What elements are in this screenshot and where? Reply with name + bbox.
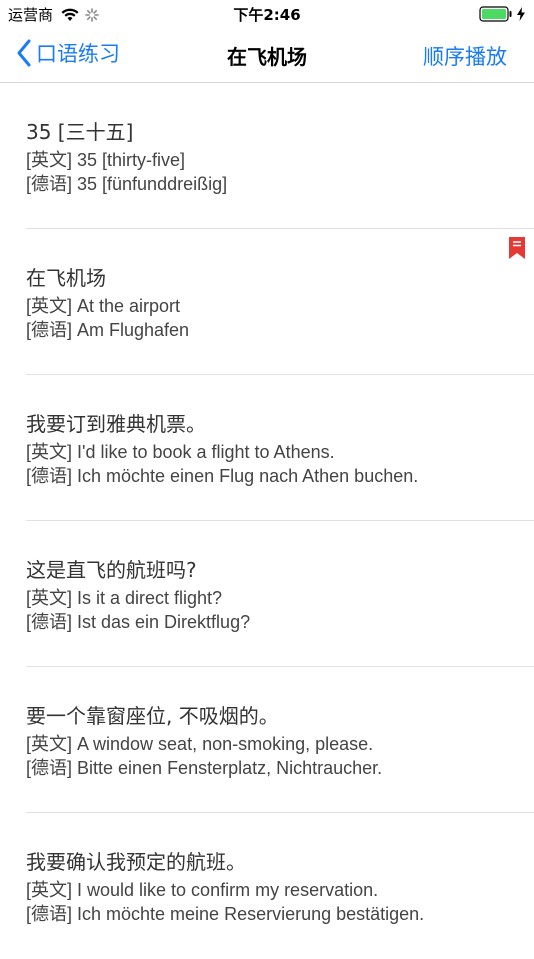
phrase-english: [英文] I would like to confirm my reservat… xyxy=(26,880,379,900)
navigation-bar: 口语练习 在飞机场 顺序播放 xyxy=(0,28,534,83)
phrase-german: [德语] Ich möchte meine Reservierung bestä… xyxy=(26,904,425,924)
phrase-english: [英文] I'd like to book a flight to Athens… xyxy=(26,442,335,462)
status-right xyxy=(479,6,526,22)
phrase-item[interactable]: 我要确认我预定的航班。 [英文] I would like to confirm… xyxy=(26,813,534,959)
phrase-item[interactable]: 在飞机场 [英文] At the airport [德语] Am Flughaf… xyxy=(26,229,534,375)
status-time: 下午2:46 xyxy=(233,6,301,24)
phrase-german: [德语] Ich möchte einen Flug nach Athen bu… xyxy=(26,466,419,486)
phrase-german: [德语] Am Flughafen xyxy=(26,320,190,340)
phrase-chinese: 在飞机场 xyxy=(26,266,106,290)
status-bar: 运营商 下午2:46 xyxy=(0,0,534,28)
phrase-chinese: 我要确认我预定的航班。 xyxy=(26,850,246,874)
phrase-english: [英文] Is it a direct flight? xyxy=(26,588,223,608)
battery-icon xyxy=(479,6,513,22)
charging-icon xyxy=(516,7,526,21)
phrase-item[interactable]: 我要订到雅典机票。 [英文] I'd like to book a flight… xyxy=(26,375,534,521)
phrase-chinese: 我要订到雅典机票。 xyxy=(26,412,206,436)
phrase-english: [英文] 35 [thirty-five] xyxy=(26,150,186,170)
phrase-german: [德语] Bitte einen Fensterplatz, Nichtrauc… xyxy=(26,758,383,778)
phrase-german: [德语] Ist das ein Direktflug? xyxy=(26,612,251,632)
bookmark-icon[interactable] xyxy=(508,236,526,260)
phrase-item[interactable]: 要一个靠窗座位, 不吸烟的。 [英文] A window seat, non-s… xyxy=(26,667,534,813)
phrase-english: [英文] A window seat, non-smoking, please. xyxy=(26,734,374,754)
phrase-chinese: 要一个靠窗座位, 不吸烟的。 xyxy=(26,704,279,728)
phrase-item[interactable]: 这是直飞的航班吗? [英文] Is it a direct flight? [德… xyxy=(26,521,534,667)
phrase-english: [英文] At the airport xyxy=(26,296,181,316)
phrase-list: 35 [三十五] [英文] 35 [thirty-five] [德语] 35 [… xyxy=(0,83,534,959)
sequential-play-button[interactable]: 顺序播放 xyxy=(423,41,507,71)
phrase-german: [德语] 35 [fünfunddreißig] xyxy=(26,174,228,194)
phrase-item[interactable]: 35 [三十五] [英文] 35 [thirty-five] [德语] 35 [… xyxy=(26,83,534,229)
phrase-chinese: 这是直飞的航班吗? xyxy=(26,558,197,582)
phrase-chinese: 35 [三十五] xyxy=(26,120,134,144)
